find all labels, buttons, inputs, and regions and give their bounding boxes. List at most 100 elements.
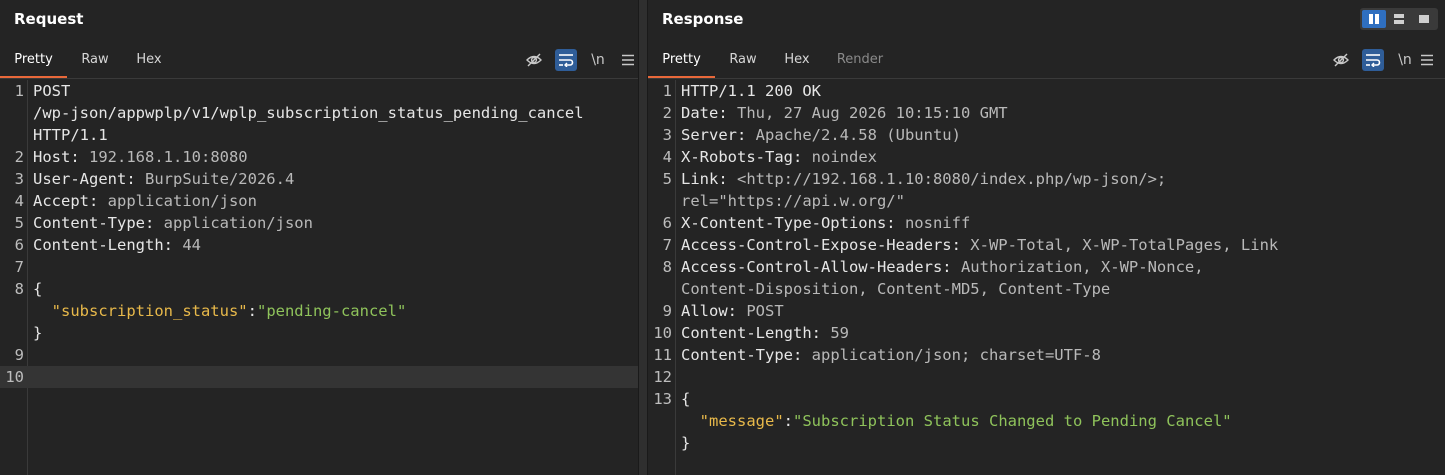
code-token: Content-Type: bbox=[33, 214, 155, 232]
code-token: "subscription_status" bbox=[51, 302, 248, 320]
code-text: Allow: POST bbox=[681, 300, 784, 322]
line-number: 10 bbox=[653, 324, 672, 342]
code-token: Server: bbox=[681, 126, 747, 144]
code-token: /wp-json/appwplp/v1/wplp_subscription_st… bbox=[33, 104, 584, 122]
code-token: Accept: bbox=[33, 192, 99, 210]
code-line[interactable]: rel="https://api.w.org/" bbox=[648, 190, 1445, 212]
split-horizontal-icon[interactable] bbox=[1387, 10, 1411, 28]
code-line[interactable]: 3 Server: Apache/2.4.58 (Ubuntu) bbox=[648, 124, 1445, 146]
code-line[interactable]: } bbox=[648, 432, 1445, 454]
response-editor[interactable]: 1 HTTP/1.1 200 OK 2 Date: Thu, 27 Aug 2026 … bbox=[648, 80, 1445, 475]
line-number: 5 bbox=[662, 170, 672, 188]
line-number: 13 bbox=[653, 390, 672, 408]
response-tab-hex[interactable]: Hex bbox=[776, 44, 818, 77]
code-line[interactable]: 7 Access-Control-Expose-Headers: X-WP-Tot… bbox=[648, 234, 1445, 256]
split-vertical-icon[interactable] bbox=[1362, 10, 1386, 28]
line-number: 9 bbox=[662, 302, 672, 320]
code-token: User-Agent: bbox=[33, 170, 136, 188]
code-token: nosniff bbox=[895, 214, 971, 232]
response-tab-raw[interactable]: Raw bbox=[720, 44, 766, 77]
code-token: "message" bbox=[699, 412, 784, 430]
code-line[interactable]: 3 User-Agent: BurpSuite/2026.4 bbox=[0, 168, 638, 190]
request-tab-hex[interactable]: Hex bbox=[128, 44, 170, 77]
code-token: X-WP-Total, X-WP-TotalPages, Link bbox=[960, 236, 1279, 254]
wrap-icon[interactable] bbox=[555, 49, 577, 71]
line-number: 7 bbox=[662, 236, 672, 254]
code-line[interactable]: 5 Link: <http://192.168.1.10:8080/index.p… bbox=[648, 168, 1445, 190]
code-line[interactable]: 8 Access-Control-Allow-Headers: Authoriza… bbox=[648, 256, 1445, 278]
pane-divider[interactable] bbox=[638, 0, 648, 475]
wrap-icon[interactable] bbox=[1362, 49, 1384, 71]
response-tab-pretty[interactable]: Pretty bbox=[648, 44, 715, 79]
code-line[interactable]: 4 X-Robots-Tag: noindex bbox=[648, 146, 1445, 168]
code-line[interactable]: Content-Disposition, Content-MD5, Conten… bbox=[648, 278, 1445, 300]
code-line[interactable]: 2 Date: Thu, 27 Aug 2026 10:15:10 GMT bbox=[648, 102, 1445, 124]
code-line[interactable]: 5 Content-Type: application/json bbox=[0, 212, 638, 234]
layout-toggle bbox=[1360, 8, 1438, 30]
code-line[interactable]: 8{ bbox=[0, 278, 638, 300]
response-tab-render[interactable]: Render bbox=[828, 44, 892, 77]
menu-icon[interactable] bbox=[1416, 49, 1438, 71]
eye-off-icon[interactable] bbox=[523, 49, 545, 71]
code-token: Host: bbox=[33, 148, 80, 166]
code-token: : bbox=[247, 302, 257, 320]
code-line[interactable]: "message":"Subscription Status Changed t… bbox=[648, 410, 1445, 432]
eye-off-icon[interactable] bbox=[1330, 49, 1352, 71]
code-text: "message":"Subscription Status Changed t… bbox=[681, 410, 1232, 432]
code-text: Date: Thu, 27 Aug 2026 10:15:10 GMT bbox=[681, 102, 1008, 124]
code-line[interactable]: 1 HTTP/1.1 200 OK bbox=[648, 80, 1445, 102]
code-token: X-Content-Type-Options: bbox=[681, 214, 896, 232]
code-text: Content-Disposition, Content-MD5, Conten… bbox=[681, 278, 1110, 300]
menu-icon[interactable] bbox=[617, 49, 639, 71]
code-token: Content-Length: bbox=[33, 236, 173, 254]
code-text: X-Content-Type-Options: nosniff bbox=[681, 212, 970, 234]
code-line[interactable]: "subscription_status":"pending-cancel" bbox=[0, 300, 638, 322]
code-text: Accept: application/json bbox=[33, 190, 257, 212]
line-number: 6 bbox=[14, 236, 24, 254]
code-token: Link: bbox=[681, 170, 728, 188]
code-line[interactable]: 4 Accept: application/json bbox=[0, 190, 638, 212]
code-line[interactable]: 1 POST bbox=[0, 80, 638, 102]
line-number: 3 bbox=[14, 170, 24, 188]
code-line[interactable]: } bbox=[0, 322, 638, 344]
newline-icon[interactable]: \n bbox=[1394, 49, 1416, 71]
code-line[interactable]: 10 Content-Length: 59 bbox=[648, 322, 1445, 344]
code-token: POST bbox=[737, 302, 784, 320]
code-text: HTTP/1.1 bbox=[33, 124, 108, 146]
code-token: application/json bbox=[154, 214, 313, 232]
code-line[interactable]: 6 Content-Length: 44 bbox=[0, 234, 638, 256]
line-number: 4 bbox=[14, 192, 24, 210]
request-editor[interactable]: 1 POST/wp-json/appwplp/v1/wplp_subscripti… bbox=[0, 80, 638, 475]
code-text: POST bbox=[33, 80, 70, 102]
code-line[interactable]: 6 X-Content-Type-Options: nosniff bbox=[648, 212, 1445, 234]
line-number: 5 bbox=[14, 214, 24, 232]
code-line[interactable]: 7 bbox=[0, 256, 638, 278]
code-line[interactable]: 12 bbox=[648, 366, 1445, 388]
line-number: 10 bbox=[5, 368, 24, 386]
code-text: Content-Type: application/json bbox=[33, 212, 313, 234]
request-tab-raw[interactable]: Raw bbox=[72, 44, 118, 77]
code-text: Content-Length: 44 bbox=[33, 234, 201, 256]
code-line[interactable]: 11 Content-Type: application/json; charse… bbox=[648, 344, 1445, 366]
code-token: Apache/2.4.58 (Ubuntu) bbox=[746, 126, 961, 144]
code-line[interactable]: /wp-json/appwplp/v1/wplp_subscription_st… bbox=[0, 102, 638, 124]
code-token: Authorization, X-WP-Nonce, bbox=[951, 258, 1204, 276]
response-title: Response bbox=[662, 10, 744, 28]
code-line[interactable]: 2 Host: 192.168.1.10:8080 bbox=[0, 146, 638, 168]
code-line[interactable]: 10 bbox=[0, 366, 638, 388]
request-tab-pretty[interactable]: Pretty bbox=[0, 44, 67, 79]
code-text: Host: 192.168.1.10:8080 bbox=[33, 146, 248, 168]
line-number: 7 bbox=[14, 258, 24, 276]
code-text: X-Robots-Tag: noindex bbox=[681, 146, 877, 168]
code-line[interactable]: 9 bbox=[0, 344, 638, 366]
code-token: application/json bbox=[98, 192, 257, 210]
request-pane: Request Pretty Raw Hex \n 1 POST/wp-json/… bbox=[0, 0, 638, 475]
code-line[interactable]: 9 Allow: POST bbox=[648, 300, 1445, 322]
code-token: rel="https://api.w.org/" bbox=[681, 192, 905, 210]
single-pane-icon[interactable] bbox=[1412, 10, 1436, 28]
line-number: 8 bbox=[662, 258, 672, 276]
newline-icon[interactable]: \n bbox=[587, 49, 609, 71]
code-text: Access-Control-Expose-Headers: X-WP-Tota… bbox=[681, 234, 1278, 256]
code-line[interactable]: HTTP/1.1 bbox=[0, 124, 638, 146]
code-line[interactable]: 13 { bbox=[648, 388, 1445, 410]
